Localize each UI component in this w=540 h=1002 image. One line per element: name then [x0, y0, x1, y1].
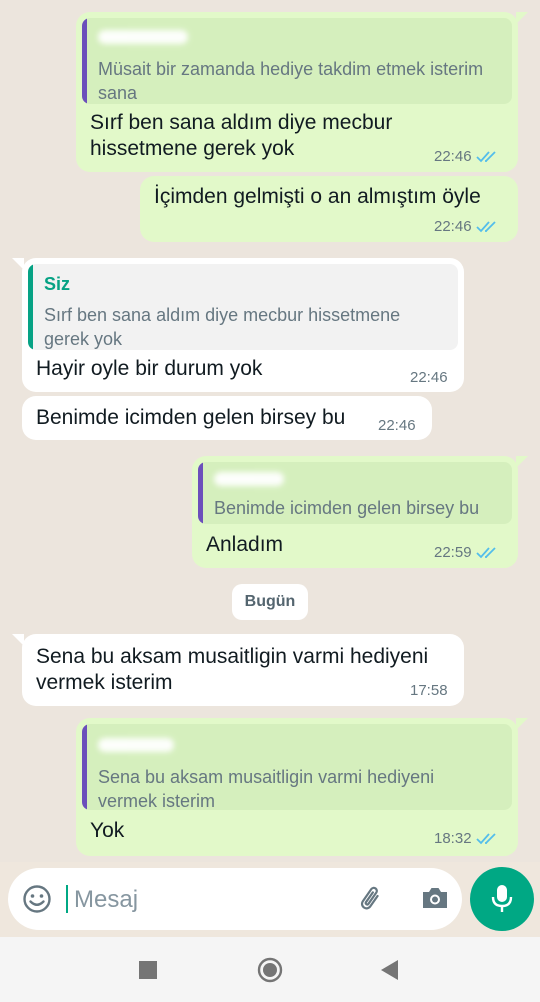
message-time: 22:59: [434, 544, 472, 561]
incoming-message[interactable]: Sena bu aksam musaitligin varmi hediyeni…: [22, 634, 464, 706]
double-check-icon: [475, 220, 500, 234]
message-meta: 18:32: [434, 830, 500, 847]
message-text: Hayir oyle bir durum yok: [36, 357, 263, 380]
paperclip-icon[interactable]: [356, 883, 388, 920]
message-meta: 17:58: [410, 682, 448, 699]
incoming-message[interactable]: Benimde icimden gelen birsey bu 22:46: [22, 396, 432, 440]
quoted-message[interactable]: Müsait bir zamanda hediye takdim etmek i…: [82, 18, 512, 104]
incoming-message[interactable]: Siz Sırf ben sana aldım diye mecbur hiss…: [22, 258, 464, 392]
quoted-message[interactable]: Benimde icimden gelen birsey bu: [198, 462, 512, 524]
message-text: İçimden gelmişti o an almıştım öyle: [154, 185, 481, 208]
message-meta: 22:59: [434, 544, 500, 561]
message-meta: 22:46: [378, 417, 416, 434]
microphone-icon: [491, 885, 513, 912]
date-divider: Bugün: [232, 584, 308, 620]
chat-area[interactable]: Müsait bir zamanda hediye takdim etmek i…: [0, 0, 540, 862]
message-meta: 22:46: [410, 369, 448, 386]
quoted-text: Sırf ben sana aldım diye mecbur hissetme…: [44, 305, 401, 349]
quote-bar: [82, 724, 87, 810]
message-meta: 22:46: [434, 148, 500, 165]
message-time: 17:58: [410, 682, 448, 699]
system-navigation-bar: [0, 937, 540, 1002]
double-check-icon: [475, 150, 500, 164]
message-time: 22:46: [410, 369, 448, 386]
message-input[interactable]: Mesaj: [74, 886, 138, 914]
quoted-text: Benimde icimden gelen birsey bu: [214, 498, 480, 518]
bubble-tail: [516, 718, 528, 730]
redacted-sender-name: [98, 30, 188, 44]
text-cursor: [66, 885, 68, 913]
home-icon[interactable]: [257, 957, 283, 988]
quote-bar: [28, 264, 33, 350]
redacted-sender-name: [98, 738, 174, 752]
double-check-icon: [475, 832, 500, 846]
quoted-message[interactable]: Sena bu aksam musaitligin varmi hediyeni…: [82, 724, 512, 810]
quote-bar: [82, 18, 87, 104]
outgoing-message[interactable]: Sena bu aksam musaitligin varmi hediyeni…: [76, 718, 518, 856]
back-icon[interactable]: [380, 959, 400, 986]
message-text: Benimde icimden gelen birsey bu: [36, 406, 346, 429]
message-text: Sırf ben sana aldım diye mecbur hissetme…: [90, 111, 393, 160]
message-time: 22:46: [378, 417, 416, 434]
redacted-sender-name: [214, 472, 284, 486]
outgoing-message[interactable]: Benimde icimden gelen birsey bu Anladım …: [192, 456, 518, 568]
message-time: 22:46: [434, 148, 472, 165]
message-text: Yok: [90, 819, 125, 842]
microphone-button[interactable]: [470, 867, 534, 931]
quoted-text: Sena bu aksam musaitligin varmi hediyeni…: [98, 767, 435, 810]
quoted-text: Müsait bir zamanda hediye takdim etmek i…: [98, 59, 484, 103]
outgoing-message[interactable]: Müsait bir zamanda hediye takdim etmek i…: [76, 12, 518, 172]
quote-bar: [198, 462, 203, 524]
camera-icon[interactable]: [420, 884, 450, 917]
bubble-tail: [516, 12, 528, 24]
bubble-tail: [516, 456, 528, 468]
message-text: Anladım: [206, 533, 284, 556]
quoted-sender: Siz: [44, 274, 71, 294]
message-time: 22:46: [434, 218, 472, 235]
message-time: 18:32: [434, 830, 472, 847]
double-check-icon: [475, 546, 500, 560]
outgoing-message[interactable]: İçimden gelmişti o an almıştım öyle 22:4…: [140, 176, 518, 242]
message-meta: 22:46: [434, 218, 500, 235]
emoji-icon[interactable]: [22, 884, 52, 919]
quoted-message[interactable]: Siz Sırf ben sana aldım diye mecbur hiss…: [28, 264, 458, 350]
message-composer[interactable]: Mesaj: [8, 868, 462, 930]
message-text: Sena bu aksam musaitligin varmi hediyeni…: [36, 645, 429, 694]
recent-apps-icon[interactable]: [139, 961, 157, 984]
